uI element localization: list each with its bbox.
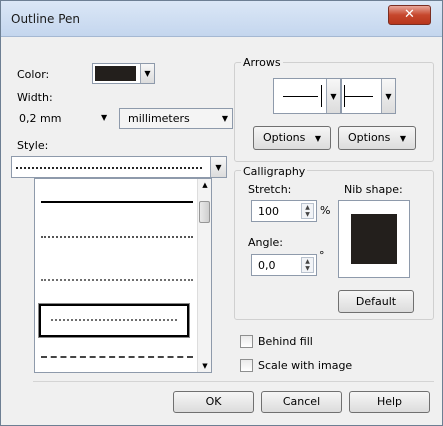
width-unit-dropdown[interactable]: millimeters ▼ xyxy=(119,108,233,129)
style-selected-preview xyxy=(16,167,202,169)
default-button[interactable]: Default xyxy=(338,290,414,313)
chevron-down-icon: ▼ xyxy=(140,64,154,83)
stretch-unit: % xyxy=(320,204,331,217)
arrow-start-dropdown[interactable]: ▼ xyxy=(273,78,341,114)
chevron-down-icon: ▼ xyxy=(210,157,226,177)
color-picker[interactable]: ▼ xyxy=(92,63,155,84)
angle-spinner[interactable]: 0,0 ▲ ▼ xyxy=(251,254,317,276)
chevron-down-icon: ▼ xyxy=(314,134,322,143)
style-option-selected[interactable] xyxy=(38,303,190,338)
scroll-down-icon[interactable]: ▼ xyxy=(198,362,212,370)
arrows-options-left-button[interactable]: Options ▼ xyxy=(253,126,331,150)
angle-label: Angle: xyxy=(248,236,284,249)
behind-fill-label[interactable]: Behind fill xyxy=(258,335,313,348)
arrows-group-title: Arrows xyxy=(241,56,283,69)
help-button-label: Help xyxy=(376,395,403,408)
arrow-end-preview xyxy=(344,96,373,97)
stretch-spinner[interactable]: 100 ▲ ▼ xyxy=(251,200,317,222)
color-label: Color: xyxy=(17,68,50,81)
options-left-label: Options xyxy=(262,131,306,144)
chevron-down-icon: ▼ xyxy=(101,113,108,122)
scrollbar-thumb[interactable] xyxy=(199,201,210,223)
width-unit-value: millimeters xyxy=(128,112,190,125)
dialog-body: Color: ▼ Width: 0,2 mm ▼ millimeters ▼ S… xyxy=(8,38,436,420)
style-dropdown[interactable]: ▼ xyxy=(11,156,227,178)
behind-fill-checkbox[interactable] xyxy=(240,335,253,348)
cancel-button-label: Cancel xyxy=(282,395,321,408)
outline-pen-dialog: Outline Pen ✕ Color: ▼ Width: 0,2 mm ▼ m… xyxy=(0,0,443,426)
scale-with-image-checkbox[interactable] xyxy=(240,359,253,372)
chevron-down-icon: ▼ xyxy=(221,114,228,123)
close-icon: ✕ xyxy=(404,7,415,22)
default-button-label: Default xyxy=(355,295,397,308)
width-label: Width: xyxy=(17,91,53,104)
angle-value: 0,0 xyxy=(258,259,276,272)
width-dropdown[interactable]: 0,2 mm ▼ xyxy=(15,108,113,129)
window-title: Outline Pen xyxy=(11,12,81,26)
scroll-up-icon[interactable]: ▲ xyxy=(198,181,212,189)
style-list-scrollbar[interactable]: ▲ ▼ xyxy=(197,179,211,372)
style-option-fine-dots[interactable] xyxy=(41,236,193,238)
ok-button[interactable]: OK xyxy=(173,391,254,413)
angle-spin-buttons[interactable]: ▲ ▼ xyxy=(301,257,314,273)
options-right-label: Options xyxy=(347,131,391,144)
nib-shape-preview[interactable] xyxy=(338,200,410,278)
chevron-down-icon: ▼ xyxy=(326,79,340,113)
cancel-button[interactable]: Cancel xyxy=(261,391,342,413)
style-option-dashes[interactable] xyxy=(41,356,193,358)
calligraphy-group-title: Calligraphy xyxy=(241,165,308,178)
ok-button-label: OK xyxy=(205,395,222,408)
help-button[interactable]: Help xyxy=(349,391,430,413)
style-option-solid[interactable] xyxy=(41,201,193,203)
scale-with-image-label[interactable]: Scale with image xyxy=(258,359,352,372)
nib-shape-fill xyxy=(351,214,397,264)
style-list[interactable]: ▲ ▼ xyxy=(34,178,212,373)
spin-up-icon[interactable]: ▲ xyxy=(305,204,310,211)
arrow-start-preview xyxy=(283,96,318,97)
chevron-down-icon: ▼ xyxy=(399,134,407,143)
nib-shape-label: Nib shape: xyxy=(344,183,403,196)
spin-down-icon[interactable]: ▼ xyxy=(305,265,310,272)
width-value: 0,2 mm xyxy=(19,112,62,125)
spin-down-icon[interactable]: ▼ xyxy=(305,211,310,218)
style-option-sparse-dots[interactable] xyxy=(41,279,193,281)
title-bar: Outline Pen ✕ xyxy=(1,1,442,37)
separator xyxy=(33,381,434,382)
color-swatch xyxy=(95,66,136,81)
chevron-down-icon: ▼ xyxy=(381,79,395,113)
arrows-options-right-button[interactable]: Options ▼ xyxy=(338,126,416,150)
close-button[interactable]: ✕ xyxy=(388,5,431,25)
stretch-label: Stretch: xyxy=(248,183,292,196)
style-label: Style: xyxy=(17,139,49,152)
arrow-end-dropdown[interactable]: ▼ xyxy=(341,78,396,114)
stretch-value: 100 xyxy=(258,205,279,218)
spin-up-icon[interactable]: ▲ xyxy=(305,258,310,265)
stretch-spin-buttons[interactable]: ▲ ▼ xyxy=(301,203,314,219)
angle-unit: ° xyxy=(319,249,325,262)
